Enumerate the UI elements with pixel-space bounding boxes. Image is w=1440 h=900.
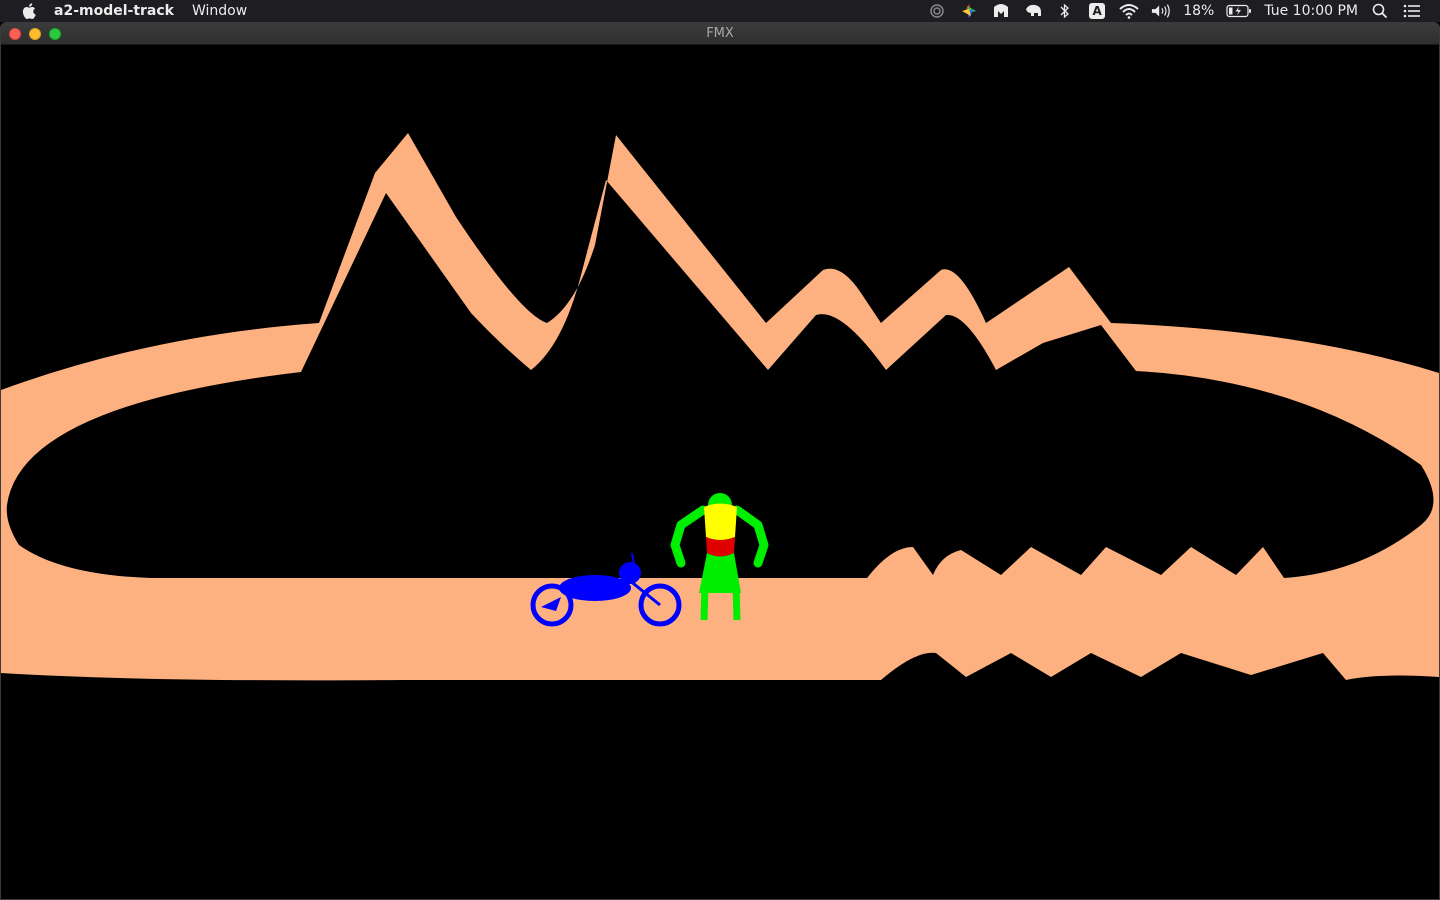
malwarebytes-icon[interactable] [991, 0, 1011, 22]
menu-bar: a2-model-track Window A 18% Tue 10:00 PM [0, 0, 1440, 22]
volume-icon[interactable] [1151, 0, 1171, 22]
window-menu[interactable]: Window [192, 3, 247, 19]
traffic-lights [9, 28, 61, 40]
app-menu[interactable]: a2-model-track [54, 3, 174, 19]
spotlight-search-icon[interactable] [1370, 0, 1390, 22]
input-source-icon[interactable]: A [1087, 0, 1107, 22]
game-canvas[interactable] [1, 45, 1439, 899]
bluetooth-icon[interactable] [1055, 0, 1075, 22]
app-window: FMX [0, 22, 1440, 900]
apple-menu-icon[interactable] [18, 0, 40, 22]
track-surface [1, 133, 1439, 681]
menu-clock[interactable]: Tue 10:00 PM [1264, 3, 1358, 19]
battery-percent[interactable]: 18% [1183, 3, 1214, 19]
bike-body [559, 575, 631, 601]
rider-right-arm [732, 505, 769, 568]
wifi-icon[interactable] [1119, 0, 1139, 22]
battery-charging-icon[interactable] [1226, 0, 1252, 22]
zoom-button[interactable] [49, 28, 61, 40]
window-titlebar[interactable]: FMX [1, 23, 1439, 45]
spiral-status-icon[interactable] [927, 0, 947, 22]
minimize-button[interactable] [29, 28, 41, 40]
rider-right-leg [732, 584, 741, 621]
rider-left-leg [700, 584, 709, 621]
evernote-elephant-icon[interactable] [1023, 0, 1043, 22]
input-source-label: A [1089, 3, 1106, 19]
rider-left-arm [670, 505, 708, 568]
game-scene [1, 133, 1439, 681]
color-pinwheel-icon[interactable] [959, 0, 979, 22]
rider-torso [704, 503, 737, 540]
notification-center-icon[interactable] [1402, 0, 1422, 22]
close-button[interactable] [9, 28, 21, 40]
window-title: FMX [706, 26, 734, 41]
